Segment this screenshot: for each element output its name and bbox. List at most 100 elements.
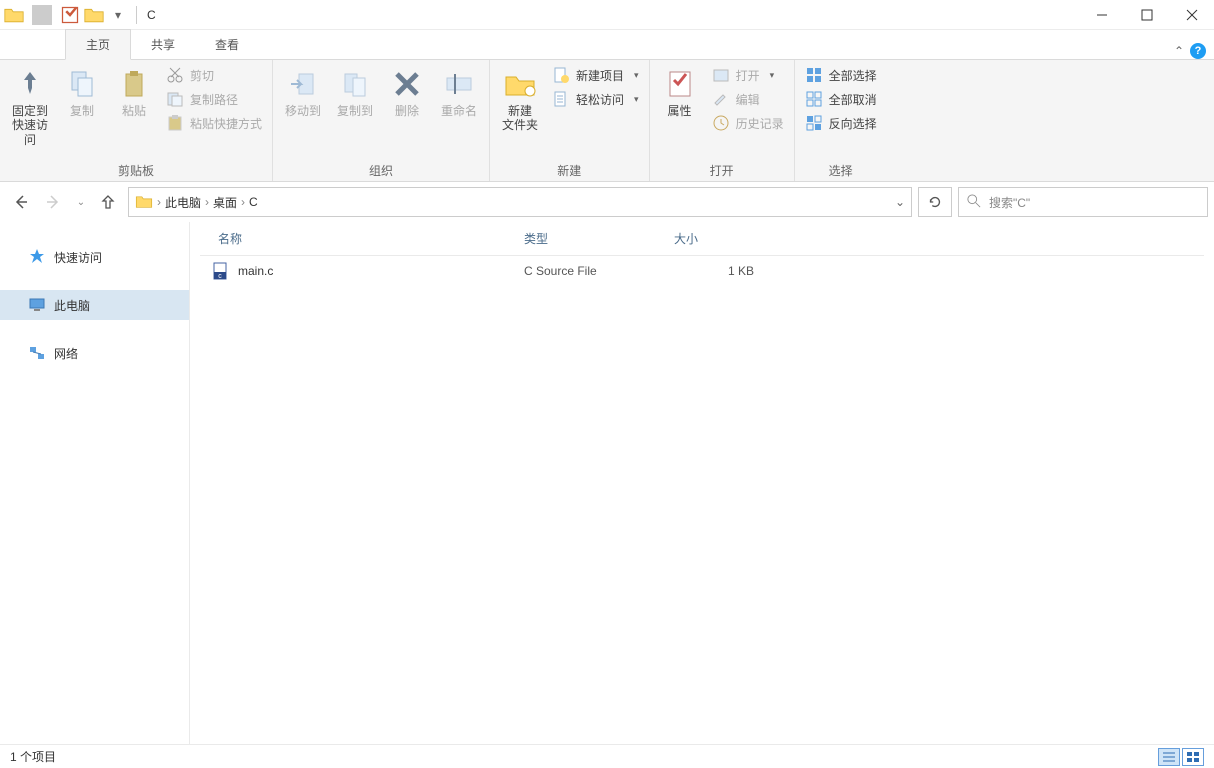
tab-view[interactable]: 查看	[195, 30, 259, 59]
maximize-button[interactable]	[1124, 0, 1169, 30]
easy-access-button[interactable]: 轻松访问▾	[548, 88, 643, 110]
window-controls	[1079, 0, 1214, 30]
icons-view-button[interactable]	[1182, 748, 1204, 766]
copy-path-icon	[166, 90, 184, 108]
folder-icon	[135, 194, 153, 211]
chevron-right-icon[interactable]: ›	[205, 195, 209, 209]
column-type[interactable]: 类型	[524, 230, 674, 247]
pin-to-quick-access-button[interactable]: 固定到 快速访问	[6, 64, 54, 151]
delete-icon	[391, 68, 423, 100]
new-item-icon	[552, 66, 570, 84]
column-name[interactable]: 名称	[204, 230, 524, 247]
title-bar: ▾ C	[0, 0, 1214, 30]
c-file-icon: c	[212, 262, 230, 280]
select-none-icon	[805, 90, 823, 108]
crumb-thispc[interactable]: 此电脑	[165, 194, 201, 211]
qat-properties-icon[interactable]	[60, 5, 80, 25]
collapse-ribbon-icon[interactable]: ⌃	[1174, 44, 1184, 58]
address-dropdown-icon[interactable]: ⌄	[895, 195, 905, 209]
refresh-button[interactable]	[918, 187, 952, 217]
tab-file[interactable]: 文件	[0, 29, 65, 59]
crumb-desktop[interactable]: 桌面	[213, 194, 237, 211]
copy-to-icon	[339, 68, 371, 100]
scissors-icon	[166, 66, 184, 84]
search-box[interactable]: 搜索"C"	[958, 187, 1208, 217]
network-icon	[28, 344, 46, 362]
paste-icon	[118, 68, 150, 100]
file-row[interactable]: c main.c C Source File 1 KB	[200, 256, 1204, 286]
ribbon-group-organize: 移动到 复制到 删除 重命名 组织	[273, 60, 490, 181]
column-size[interactable]: 大小	[674, 230, 754, 247]
close-button[interactable]	[1169, 0, 1214, 30]
edit-icon	[712, 90, 730, 108]
ribbon-group-select: 全部选择 全部取消 反向选择 选择	[795, 60, 887, 181]
nav-back-button[interactable]	[6, 188, 34, 216]
folder-icon	[4, 5, 24, 25]
sidebar-item-quick-access[interactable]: 快速访问	[0, 242, 189, 272]
ribbon-right-controls: ⌃ ?	[1174, 43, 1214, 59]
open-icon	[712, 66, 730, 84]
status-bar: 1 个项目	[0, 744, 1214, 768]
search-icon	[967, 194, 981, 211]
sidebar-item-network[interactable]: 网络	[0, 338, 189, 368]
paste-shortcut-icon	[166, 114, 184, 132]
rename-button[interactable]: 重命名	[435, 64, 483, 122]
cut-button[interactable]: 剪切	[162, 64, 266, 86]
search-placeholder: 搜索"C"	[989, 194, 1030, 211]
navigation-pane: 快速访问 此电脑 网络	[0, 222, 190, 744]
open-button[interactable]: 打开▾	[708, 64, 788, 86]
qat-dropdown-icon[interactable]: ▾	[108, 5, 128, 25]
nav-recent-dropdown[interactable]: ⌄	[74, 188, 88, 216]
nav-up-button[interactable]	[94, 188, 122, 216]
ribbon-group-new: 新建 文件夹 新建项目▾ 轻松访问▾ 新建	[490, 60, 650, 181]
folder-icon[interactable]	[84, 5, 104, 25]
paste-button[interactable]: 粘贴	[110, 64, 158, 122]
file-type: C Source File	[524, 264, 674, 278]
help-icon[interactable]: ?	[1190, 43, 1206, 59]
quick-access-toolbar: ▾	[0, 5, 132, 25]
window-title: C	[141, 8, 156, 22]
delete-button[interactable]: 删除	[383, 64, 431, 122]
properties-button[interactable]: 属性	[656, 64, 704, 122]
easy-access-icon	[552, 90, 570, 108]
details-view-button[interactable]	[1158, 748, 1180, 766]
new-item-button[interactable]: 新建项目▾	[548, 64, 643, 86]
properties-icon	[664, 68, 696, 100]
paste-shortcut-button[interactable]: 粘贴快捷方式	[162, 112, 266, 134]
copy-button[interactable]: 复制	[58, 64, 106, 122]
crumb-current[interactable]: C	[249, 195, 258, 209]
pc-icon	[28, 296, 46, 314]
view-toggle-group	[1158, 748, 1204, 766]
file-list-pane: 名称 类型 大小 c main.c C Source File 1 KB	[190, 222, 1214, 744]
address-bar[interactable]: › 此电脑 › 桌面 › C ⌄	[128, 187, 912, 217]
copy-icon	[66, 68, 98, 100]
history-button[interactable]: 历史记录	[708, 112, 788, 134]
copy-path-button[interactable]: 复制路径	[162, 88, 266, 110]
group-label-clipboard: 剪贴板	[6, 160, 266, 179]
copy-to-button[interactable]: 复制到	[331, 64, 379, 122]
move-to-icon	[287, 68, 319, 100]
move-to-button[interactable]: 移动到	[279, 64, 327, 122]
edit-button[interactable]: 编辑	[708, 88, 788, 110]
tab-share[interactable]: 共享	[131, 30, 195, 59]
tab-home[interactable]: 主页	[65, 29, 131, 60]
rename-icon	[443, 68, 475, 100]
group-label-select: 选择	[801, 160, 881, 179]
group-label-new: 新建	[496, 160, 643, 179]
new-folder-button[interactable]: 新建 文件夹	[496, 64, 544, 137]
invert-selection-icon	[805, 114, 823, 132]
star-icon	[28, 248, 46, 266]
invert-selection-button[interactable]: 反向选择	[801, 112, 881, 134]
nav-forward-button[interactable]	[40, 188, 68, 216]
chevron-right-icon[interactable]: ›	[241, 195, 245, 209]
select-all-button[interactable]: 全部选择	[801, 64, 881, 86]
minimize-button[interactable]	[1079, 0, 1124, 30]
column-headers[interactable]: 名称 类型 大小	[200, 222, 1204, 256]
ribbon-group-open: 属性 打开▾ 编辑 历史记录 打开	[650, 60, 795, 181]
select-all-icon	[805, 66, 823, 84]
chevron-right-icon[interactable]: ›	[157, 195, 161, 209]
sidebar-item-this-pc[interactable]: 此电脑	[0, 290, 189, 320]
select-none-button[interactable]: 全部取消	[801, 88, 881, 110]
svg-text:c: c	[218, 273, 222, 280]
navigation-bar: ⌄ › 此电脑 › 桌面 › C ⌄ 搜索"C"	[0, 182, 1214, 222]
